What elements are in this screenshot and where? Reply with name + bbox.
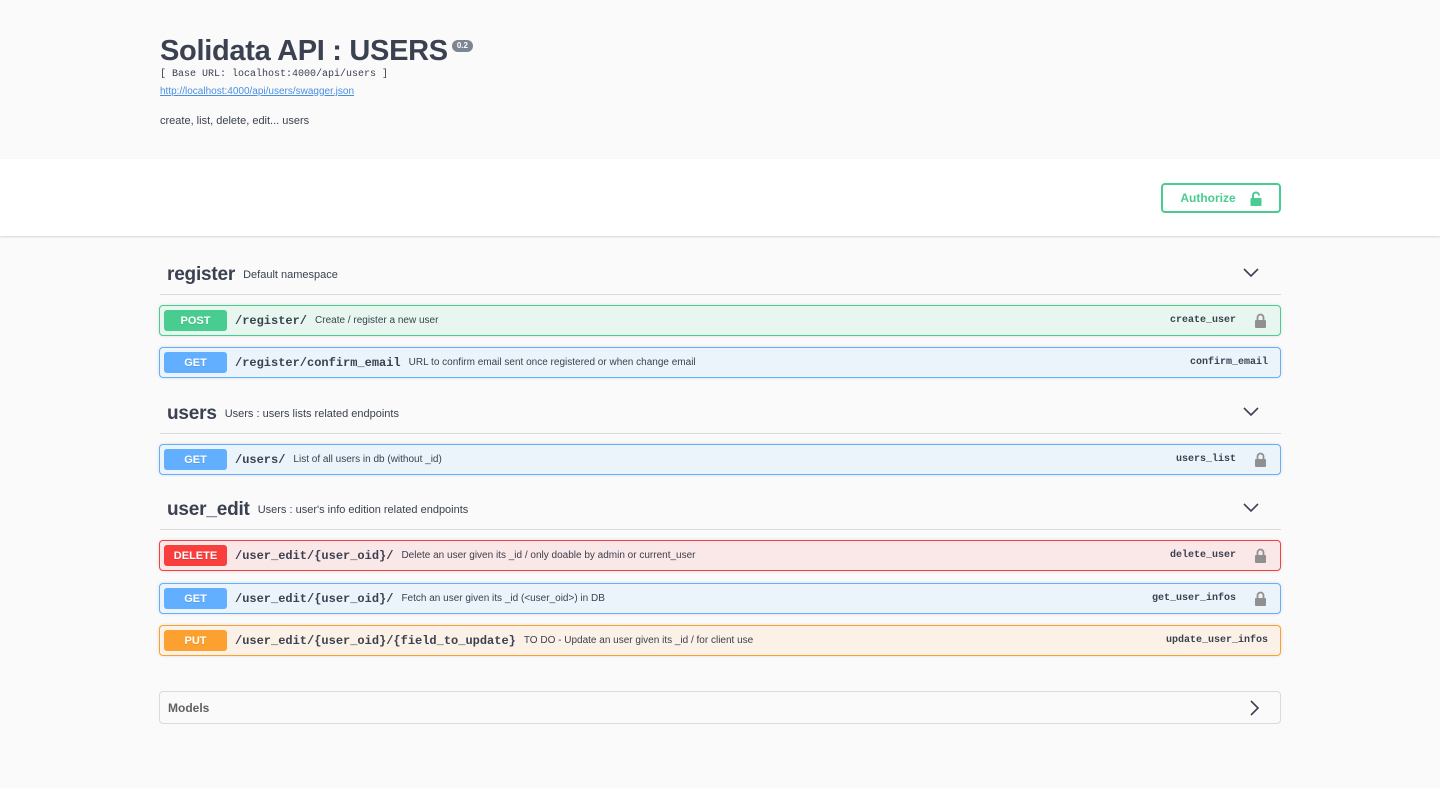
operation-id: update_user_infos (1165, 635, 1268, 646)
operation-id: get_user_infos (1151, 593, 1236, 604)
operation-summary: Fetch an user given its _id (<user_oid>)… (401, 593, 605, 604)
operation-id: delete_user (1169, 550, 1236, 561)
operation-delete-user[interactable]: DELETE /user_edit/{user_oid}/ Delete an … (159, 540, 1281, 571)
lock-icon[interactable] (1255, 452, 1266, 467)
operation-path: /user_edit/{user_oid}/ (235, 591, 394, 606)
operation-summary: Delete an user given its _id / only doab… (401, 550, 696, 561)
operation-summary: URL to confirm email sent once registere… (408, 357, 696, 368)
method-badge: PUT (164, 630, 227, 651)
operation-get-confirm-email[interactable]: GET /register/confirm_email URL to confi… (159, 347, 1281, 378)
tag-users[interactable]: users Users : users lists related endpoi… (160, 394, 1281, 434)
api-title: Solidata API : USERS (160, 35, 448, 67)
chevron-down-icon[interactable] (1243, 407, 1259, 417)
lock-icon[interactable] (1255, 548, 1266, 563)
tag-description: Users : user's info edition related endp… (257, 503, 469, 516)
chevron-down-icon[interactable] (1243, 503, 1259, 513)
version-badge: 0.2 (451, 40, 473, 52)
tag-user-edit[interactable]: user_edit Users : user's info edition re… (160, 490, 1281, 530)
operation-id: create_user (1169, 315, 1236, 326)
operation-path: /register/confirm_email (235, 355, 401, 370)
method-badge: GET (164, 449, 227, 470)
operation-path: /user_edit/{user_oid}/ (235, 548, 394, 563)
chevron-down-icon[interactable] (1243, 268, 1259, 278)
swagger-json-link[interactable]: http://localhost:4000/api/users/swagger.… (160, 86, 354, 98)
operation-id: users_list (1175, 454, 1236, 465)
operation-post-register[interactable]: POST /register/ Create / register a new … (159, 305, 1281, 336)
operation-summary: List of all users in db (without _id) (293, 454, 442, 465)
operation-summary: Create / register a new user (315, 315, 439, 326)
tag-name: users (167, 402, 217, 424)
authorize-label: Authorize (1180, 191, 1236, 205)
scheme-container: Authorize (0, 159, 1440, 236)
method-badge: POST (164, 310, 227, 331)
operation-summary: TO DO - Update an user given its _id / f… (523, 635, 754, 646)
operation-id: confirm_email (1189, 357, 1268, 368)
base-url: [ Base URL: localhost:4000/api/users ] (160, 69, 389, 80)
models-section[interactable]: Models (159, 691, 1281, 724)
operation-path: /users/ (235, 452, 286, 467)
tag-description: Users : users lists related endpoints (224, 407, 399, 420)
operation-path: /user_edit/{user_oid}/{field_to_update} (235, 633, 516, 648)
authorize-button[interactable]: Authorize (1161, 183, 1281, 213)
tag-name: user_edit (167, 498, 250, 520)
chevron-right-icon[interactable] (1250, 700, 1260, 716)
method-badge: DELETE (164, 545, 227, 566)
models-label: Models (168, 700, 210, 715)
tag-register[interactable]: register Default namespace (160, 255, 1281, 295)
tag-description: Default namespace (243, 268, 338, 281)
tag-name: register (167, 263, 236, 285)
unlock-icon (1250, 191, 1262, 206)
method-badge: GET (164, 352, 227, 373)
api-description: create, list, delete, edit... users (160, 115, 310, 127)
operation-get-users[interactable]: GET /users/ List of all users in db (wit… (159, 444, 1281, 475)
lock-icon[interactable] (1255, 591, 1266, 606)
operation-get-user-infos[interactable]: GET /user_edit/{user_oid}/ Fetch an user… (159, 583, 1281, 614)
operation-path: /register/ (235, 313, 308, 328)
lock-icon[interactable] (1255, 313, 1266, 328)
operation-put-update-user-infos[interactable]: PUT /user_edit/{user_oid}/{field_to_upda… (159, 625, 1281, 656)
api-info: Solidata API : USERS 0.2 [ Base URL: loc… (160, 34, 1280, 127)
method-badge: GET (164, 588, 227, 609)
